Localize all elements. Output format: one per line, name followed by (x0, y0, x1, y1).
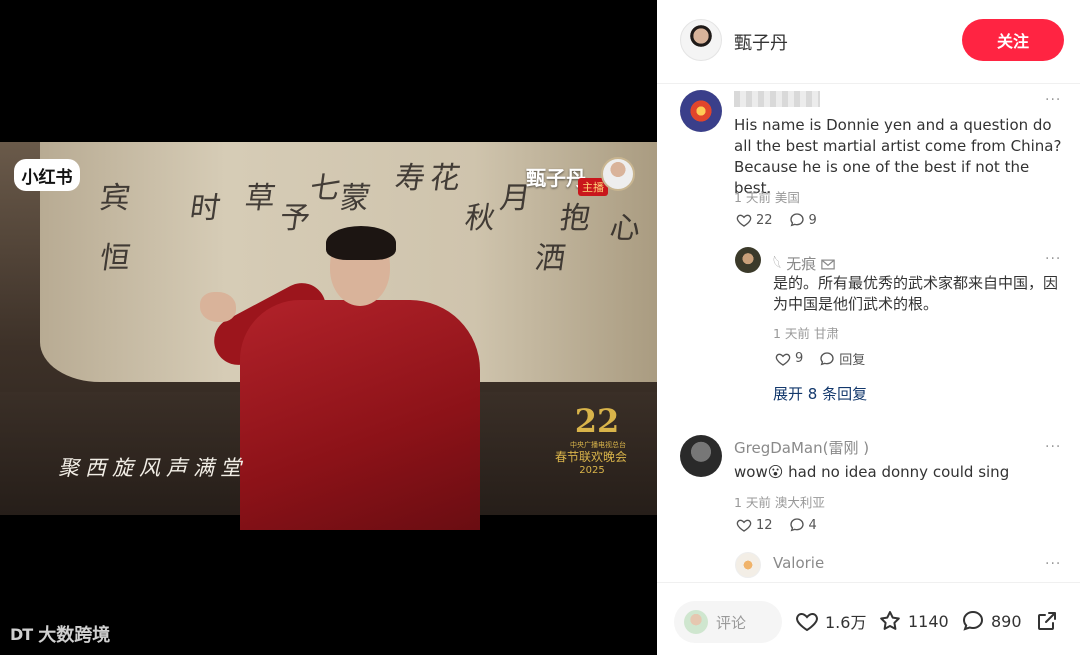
more-icon[interactable]: ··· (1045, 556, 1061, 572)
reply-meta: 1 天前 甘肃 (773, 323, 839, 342)
like-button[interactable]: 12 (736, 517, 773, 533)
follow-button[interactable]: 关注 (962, 19, 1064, 61)
replier-name[interactable]: Valorie (773, 554, 824, 572)
star-icon (880, 611, 900, 630)
commenter-name-redacted (734, 91, 820, 107)
reply-button[interactable]: 回复 (819, 349, 865, 368)
heart-icon (775, 353, 791, 366)
comment-time: 1 天前 (734, 190, 771, 205)
comment-actions: 12 4 (736, 517, 817, 533)
more-icon[interactable]: ··· (1045, 92, 1061, 108)
expand-replies-link[interactable]: 展开 8 条回复 (773, 383, 867, 404)
author-avatar[interactable] (680, 19, 722, 61)
replier-name[interactable]: 𓆩 无痕 (773, 249, 835, 274)
bottom-action-bar: 评论 1.6万 1140 890 (657, 582, 1080, 655)
surprised-emoji: 😮 (767, 463, 784, 481)
comments-button[interactable]: 890 (961, 609, 1022, 633)
reply-label: 回复 (839, 353, 866, 368)
reply-count: 4 (808, 517, 817, 533)
post-like-count: 1.6万 (825, 613, 867, 632)
commenter-avatar[interactable] (680, 90, 722, 132)
replier-avatar[interactable] (735, 552, 761, 578)
like-count: 22 (756, 212, 773, 228)
performer-hand (200, 292, 236, 322)
like-button[interactable]: 9 (775, 351, 803, 367)
heart-icon (796, 612, 818, 632)
collect-button[interactable]: 1140 (878, 609, 949, 633)
lyric-subtitle: 聚西旋风声满堂 (58, 456, 247, 480)
share-icon (1038, 612, 1056, 630)
comment-input[interactable]: 评论 (674, 601, 782, 643)
comment-location: 澳大利亚 (774, 495, 825, 510)
calligraphy-char: 恒 (97, 241, 133, 276)
calligraphy-char: 寿 (392, 161, 428, 196)
share-button[interactable] (1035, 609, 1059, 633)
reply-text-line: 为中国是他们武术的根。 (773, 295, 939, 313)
watermark-logo-icon: DT (10, 624, 33, 644)
like-post-button[interactable]: 1.6万 (795, 609, 866, 633)
replier-avatar[interactable] (735, 247, 761, 273)
calligraphy-char: 秋 (462, 201, 498, 236)
comment-meta: 1 天前 美国 (734, 187, 800, 206)
comment-input-placeholder: 评论 (716, 613, 747, 632)
comment-actions: 22 9 (736, 212, 817, 228)
comment-text-end: had no idea donny could sing (788, 463, 1010, 481)
host-avatar (601, 157, 635, 191)
envelope-icon (821, 259, 835, 270)
like-count: 9 (795, 351, 804, 366)
gala-logo-icon: 22 (574, 402, 620, 440)
more-icon[interactable]: ··· (1045, 439, 1061, 455)
reply-button[interactable]: 4 (789, 517, 817, 533)
reply-time: 1 天前 (773, 326, 810, 341)
comment-time: 1 天前 (734, 495, 771, 510)
calligraphy-char: 花 (427, 161, 463, 196)
more-icon[interactable]: ··· (1045, 251, 1061, 267)
reply-text: 是的。所有最优秀的武术家都来自中国，因 为中国是他们武术的根。 (773, 273, 1073, 315)
host-name-overlay: 甄子丹 (526, 166, 586, 190)
video-pane[interactable]: 宾 恒 时 草 予 七 蒙 寿 花 秋 月 洒 抱 心 小红书 甄子丹 主播 聚… (0, 0, 657, 655)
reply-actions: 9 回复 (775, 349, 865, 368)
reply-count: 9 (808, 212, 817, 228)
replier-name-text: 𓆩 无痕 (773, 255, 817, 273)
performer-hair (326, 226, 396, 260)
calligraphy-char: 宾 (97, 181, 133, 216)
calligraphy-char: 心 (607, 211, 643, 246)
comment-location: 美国 (774, 190, 800, 205)
comment-count: 890 (991, 611, 1022, 631)
calligraphy-char: 草 (242, 181, 278, 216)
gala-year: 2025 (579, 465, 605, 476)
author-name[interactable]: 甄子丹 (734, 29, 788, 55)
like-count: 12 (756, 517, 773, 533)
watermark: DT 大数跨境 (10, 621, 110, 647)
calligraphy-char: 蒙 (337, 181, 373, 216)
reply-text-line: 是的。所有最优秀的武术家都来自中国，因 (773, 274, 1059, 292)
comment-panel: 甄子丹 关注 ··· His name is Donnie yen and a … (657, 0, 1080, 655)
heart-icon (736, 214, 752, 227)
commenter-name[interactable]: GregDaMan(雷刚 ) (734, 437, 869, 458)
comment-bubble-icon (789, 213, 804, 227)
watermark-text: 大数跨境 (38, 625, 111, 646)
calligraphy-char: 抱 (557, 201, 593, 236)
performer-figure (240, 300, 480, 530)
heart-icon (736, 519, 752, 532)
comment-meta: 1 天前 澳大利亚 (734, 492, 825, 511)
comment-bubble-icon (820, 351, 834, 365)
gala-name: 春节联欢晚会 (554, 450, 627, 464)
comment-text-start: wow (734, 463, 768, 481)
calligraphy-char: 时 (187, 191, 223, 226)
collect-count: 1140 (908, 611, 949, 631)
reply-location: 甘肃 (813, 326, 839, 341)
commenter-avatar[interactable] (680, 435, 722, 477)
comment-bubble-icon (962, 610, 984, 631)
comment-bubble-icon (789, 518, 804, 532)
panel-header: 甄子丹 关注 (657, 0, 1080, 84)
calligraphy-char: 予 (277, 201, 313, 236)
like-button[interactable]: 22 (736, 212, 773, 228)
xiaohongshu-logo: 小红书 (14, 159, 80, 191)
calligraphy-char: 洒 (532, 241, 568, 276)
user-avatar (684, 610, 708, 634)
comment-text: wow😮 had no idea donny could sing (734, 462, 1064, 483)
reply-button[interactable]: 9 (789, 212, 817, 228)
